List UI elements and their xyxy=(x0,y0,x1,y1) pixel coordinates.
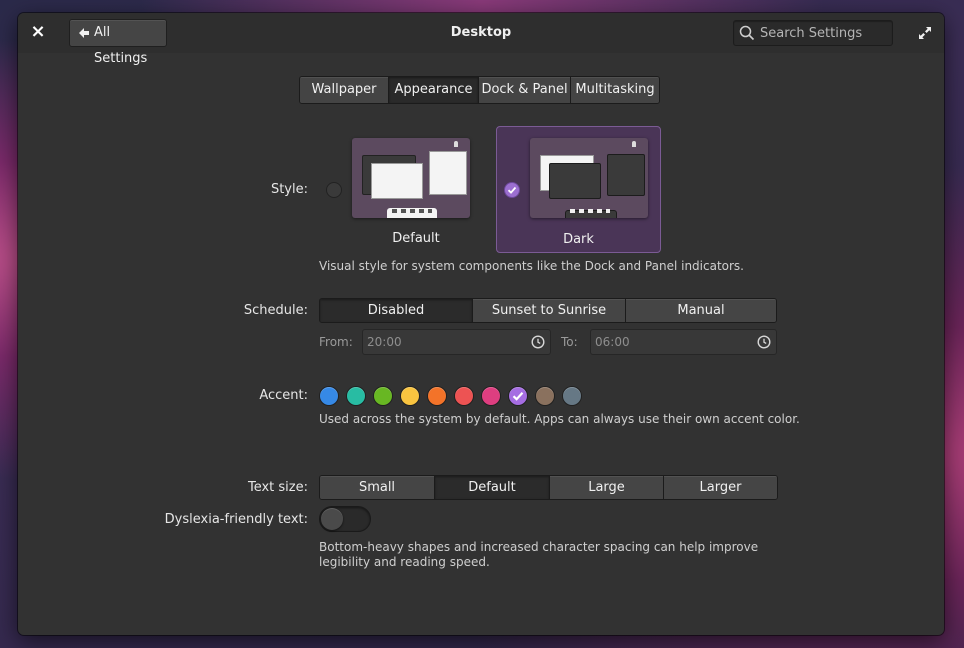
dark-style-preview xyxy=(530,138,648,218)
accent-swatch-cocoa[interactable] xyxy=(536,387,554,405)
default-style-preview xyxy=(352,138,470,218)
schedule-sunset-option[interactable]: Sunset to Sunrise xyxy=(473,299,626,322)
accent-swatch-strawberry[interactable] xyxy=(455,387,473,405)
to-label: To: xyxy=(561,335,578,349)
to-time-field[interactable] xyxy=(590,329,777,355)
checkmark-icon xyxy=(507,186,517,194)
from-label: From: xyxy=(319,335,353,349)
accent-swatch-mint[interactable] xyxy=(347,387,365,405)
toggle-knob xyxy=(321,508,343,530)
tab-appearance[interactable]: Appearance xyxy=(389,77,479,103)
clock-icon xyxy=(757,335,771,349)
accent-description: Used across the system by default. Apps … xyxy=(319,412,800,426)
settings-window: × All Settings Desktop Wallpaper Appeara… xyxy=(18,13,944,635)
text-size-default-option[interactable]: Default xyxy=(435,476,550,499)
text-size-large-option[interactable]: Large xyxy=(550,476,664,499)
from-time-field[interactable] xyxy=(362,329,551,355)
schedule-manual-option[interactable]: Manual xyxy=(626,299,776,322)
dyslexia-description-line1: Bottom-heavy shapes and increased charac… xyxy=(319,540,759,554)
accent-label: Accent: xyxy=(259,388,308,403)
clock-icon xyxy=(531,335,545,349)
dyslexia-description-line2: legibility and reading speed. xyxy=(319,555,490,569)
close-button[interactable]: × xyxy=(28,22,48,42)
search-field[interactable] xyxy=(733,20,893,46)
schedule-selector: Disabled Sunset to Sunrise Manual xyxy=(319,298,777,323)
to-time-input[interactable] xyxy=(595,330,735,354)
text-size-selector: Small Default Large Larger xyxy=(319,475,778,500)
style-description: Visual style for system components like … xyxy=(319,259,744,273)
header-bar: × All Settings Desktop xyxy=(18,13,944,66)
maximize-icon[interactable] xyxy=(917,25,933,41)
all-settings-label: All Settings xyxy=(94,25,148,66)
style-dark-name: Dark xyxy=(563,232,594,247)
accent-swatch-banana[interactable] xyxy=(401,387,419,405)
text-size-larger-option[interactable]: Larger xyxy=(664,476,777,499)
schedule-disabled-option[interactable]: Disabled xyxy=(320,299,473,322)
section-tabs: Wallpaper Appearance Dock & Panel Multit… xyxy=(299,76,660,104)
style-dark-radio[interactable] xyxy=(504,182,520,198)
tab-wallpaper[interactable]: Wallpaper xyxy=(300,77,389,103)
text-size-small-option[interactable]: Small xyxy=(320,476,435,499)
dyslexia-toggle[interactable] xyxy=(319,506,371,532)
accent-swatch-blueberry[interactable] xyxy=(320,387,338,405)
arrow-left-icon xyxy=(78,20,90,55)
dyslexia-label: Dyslexia-friendly text: xyxy=(164,512,308,527)
style-label: Style: xyxy=(270,182,308,197)
text-size-label: Text size: xyxy=(247,480,308,495)
schedule-label: Schedule: xyxy=(243,303,308,318)
accent-swatch-orange[interactable] xyxy=(428,387,446,405)
from-time-input[interactable] xyxy=(367,330,507,354)
search-input[interactable] xyxy=(760,21,888,45)
all-settings-button[interactable]: All Settings xyxy=(69,19,167,66)
style-default-card[interactable]: Default xyxy=(344,126,488,252)
accent-swatch-grape[interactable] xyxy=(509,387,527,405)
style-default-radio[interactable] xyxy=(326,182,342,198)
accent-swatch-lime[interactable] xyxy=(374,387,392,405)
checkmark-icon xyxy=(512,392,524,401)
accent-swatch-slate[interactable] xyxy=(563,387,581,405)
search-icon xyxy=(739,25,755,41)
accent-swatch-bubblegum[interactable] xyxy=(482,387,500,405)
tab-dock-panel[interactable]: Dock & Panel xyxy=(479,77,571,103)
style-default-name: Default xyxy=(392,231,440,246)
style-dark-card[interactable]: Dark xyxy=(496,126,661,253)
tab-multitasking[interactable]: Multitasking xyxy=(571,77,659,103)
